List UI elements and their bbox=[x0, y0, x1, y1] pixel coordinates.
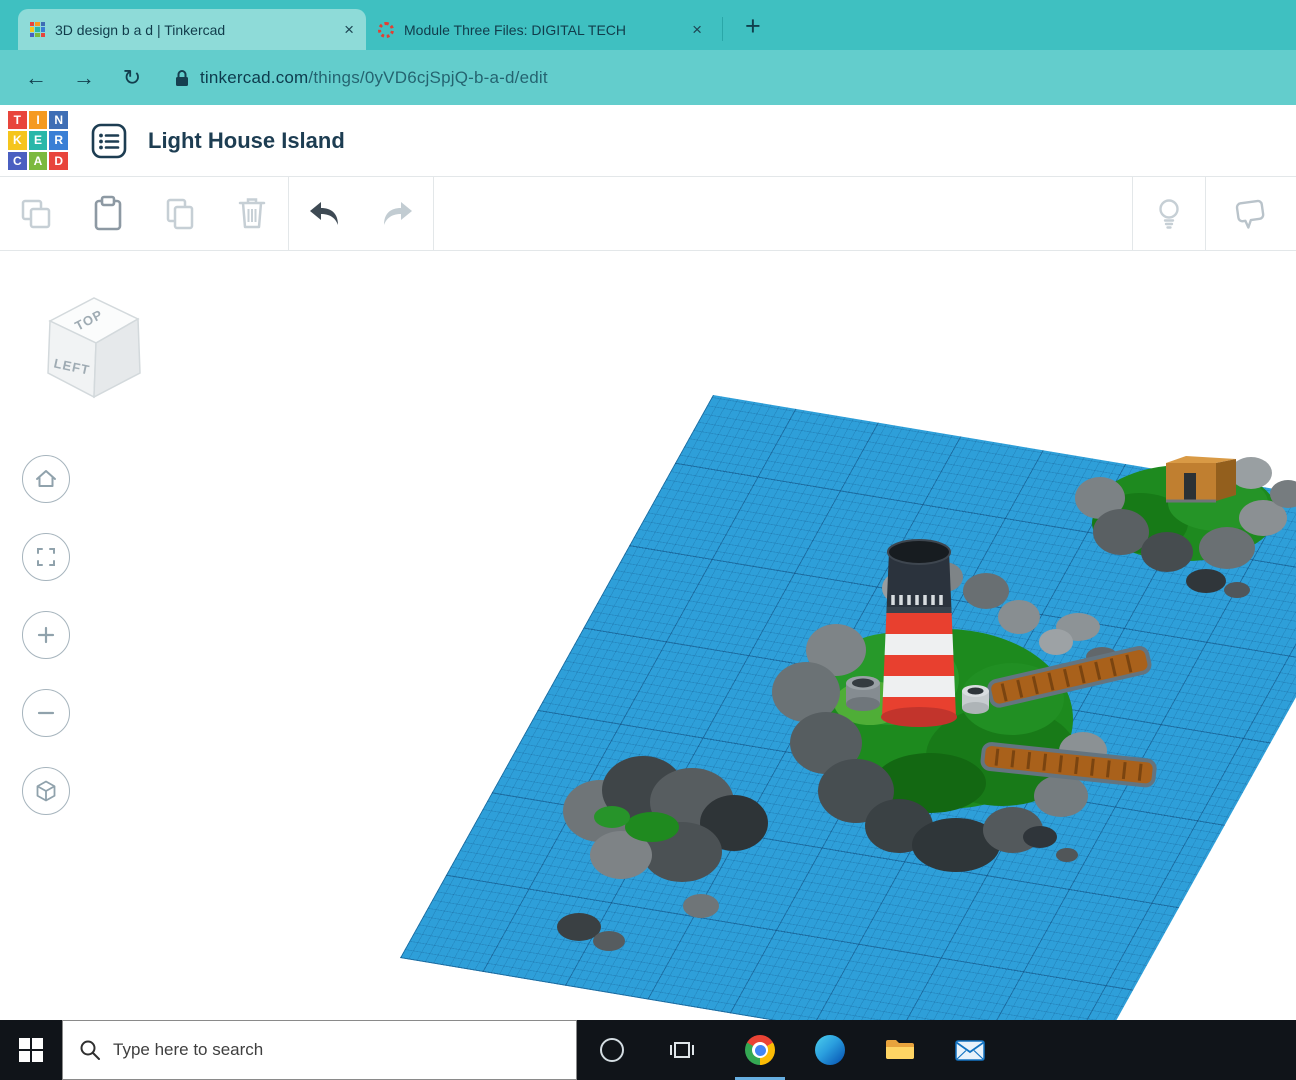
tab-title: 3D design b a d | Tinkercad bbox=[55, 21, 226, 38]
paste-icon bbox=[94, 195, 122, 231]
minus-icon bbox=[37, 711, 55, 715]
scene-objects bbox=[557, 456, 1296, 951]
mail-taskbar-button[interactable] bbox=[935, 1020, 1005, 1080]
tab-strip: 3D design b a d | Tinkercad × Module Thr… bbox=[0, 0, 1296, 50]
back-button[interactable]: ← bbox=[12, 65, 60, 91]
tinkercad-favicon bbox=[30, 22, 45, 37]
hut-door bbox=[1184, 473, 1196, 501]
tab-tinkercad[interactable]: 3D design b a d | Tinkercad × bbox=[18, 9, 366, 50]
reload-button[interactable]: ↻ bbox=[108, 65, 156, 91]
design-menu-button[interactable] bbox=[90, 122, 128, 160]
notes-button[interactable] bbox=[1206, 177, 1296, 250]
hut-side bbox=[1216, 459, 1236, 501]
home-view-button[interactable] bbox=[22, 455, 70, 503]
taskbar-search-input[interactable] bbox=[113, 1040, 533, 1060]
undo-button[interactable] bbox=[289, 177, 361, 250]
lock-icon bbox=[174, 68, 190, 88]
zoom-in-button[interactable] bbox=[22, 611, 70, 659]
logo-letter: C bbox=[8, 151, 27, 171]
taskbar-search[interactable] bbox=[62, 1020, 577, 1080]
perspective-toggle-button[interactable] bbox=[22, 767, 70, 815]
paste-button[interactable] bbox=[72, 177, 144, 250]
cortana-icon bbox=[600, 1038, 624, 1062]
logo-letter: E bbox=[28, 131, 48, 150]
chrome-icon bbox=[745, 1035, 775, 1065]
forward-button[interactable]: → bbox=[60, 65, 108, 91]
url-bar[interactable]: tinkercad.com/things/0yVD6cjSpjQ-b-a-d/e… bbox=[200, 68, 548, 88]
home-icon bbox=[36, 470, 56, 487]
url-domain: tinkercad.com bbox=[200, 67, 309, 87]
scattered-rocks[interactable] bbox=[1023, 826, 1078, 862]
address-bar: ← → ↻ tinkercad.com/things/0yVD6cjSpjQ-b… bbox=[0, 50, 1296, 105]
tab-module-files[interactable]: Module Three Files: DIGITAL TECH × bbox=[366, 9, 714, 50]
logo-letter: T bbox=[8, 110, 27, 130]
url-path: /things/0yVD6cjSpjQ-b-a-d/edit bbox=[308, 67, 548, 87]
fit-view-icon bbox=[37, 548, 55, 566]
editor-toolbar bbox=[0, 176, 1296, 251]
logo-letter: D bbox=[49, 151, 68, 171]
edge-taskbar-button[interactable] bbox=[795, 1020, 865, 1080]
windows-taskbar bbox=[0, 1020, 1296, 1080]
file-explorer-taskbar-button[interactable] bbox=[865, 1020, 935, 1080]
view-cube[interactable]: TOP LEFT bbox=[34, 281, 152, 414]
task-view-icon bbox=[670, 1042, 694, 1058]
windows-logo-icon bbox=[19, 1038, 43, 1062]
mail-icon bbox=[955, 1040, 985, 1061]
redo-icon bbox=[384, 201, 412, 225]
delete-button[interactable] bbox=[216, 177, 288, 250]
search-icon bbox=[80, 1040, 100, 1060]
tinkercad-logo[interactable]: TIN KER CAD bbox=[8, 110, 68, 171]
logo-letter: N bbox=[49, 110, 68, 130]
cortana-button[interactable] bbox=[577, 1020, 647, 1080]
tips-button[interactable] bbox=[1133, 177, 1205, 250]
plus-icon bbox=[37, 626, 55, 644]
start-button[interactable] bbox=[0, 1020, 62, 1080]
duplicate-button[interactable] bbox=[144, 177, 216, 250]
lightbulb-icon bbox=[1159, 198, 1179, 229]
desktop: 3D design b a d | Tinkercad × Module Thr… bbox=[0, 0, 1296, 1080]
redo-button[interactable] bbox=[361, 177, 433, 250]
undo-icon bbox=[310, 201, 338, 225]
logo-letter: A bbox=[28, 151, 48, 171]
new-tab-button[interactable]: + bbox=[745, 13, 761, 40]
close-icon[interactable]: × bbox=[344, 21, 354, 38]
tab-separator bbox=[722, 17, 723, 41]
chrome-taskbar-button[interactable] bbox=[725, 1020, 795, 1080]
notes-icon bbox=[1235, 199, 1265, 229]
design-title[interactable]: Light House Island bbox=[148, 128, 345, 154]
perspective-cube-icon bbox=[36, 780, 56, 802]
edge-icon bbox=[815, 1035, 845, 1065]
canvas-favicon bbox=[378, 21, 394, 38]
fit-view-button[interactable] bbox=[22, 533, 70, 581]
logo-letter: I bbox=[28, 110, 48, 130]
rock-cluster[interactable] bbox=[557, 756, 768, 951]
file-explorer-icon bbox=[886, 1040, 914, 1059]
task-view-button[interactable] bbox=[647, 1020, 717, 1080]
logo-letter: K bbox=[8, 131, 27, 150]
small-island-with-hut[interactable] bbox=[1075, 456, 1296, 598]
copy-button[interactable] bbox=[0, 177, 72, 250]
logo-letter: R bbox=[49, 131, 68, 150]
copy-icon bbox=[21, 199, 51, 228]
zoom-out-button[interactable] bbox=[22, 689, 70, 737]
trash-icon bbox=[238, 198, 266, 229]
design-canvas[interactable]: TOP LEFT bbox=[0, 251, 1296, 1020]
close-icon[interactable]: × bbox=[692, 21, 702, 38]
app-header: TIN KER CAD Light House Island bbox=[0, 105, 1296, 176]
list-menu-icon bbox=[91, 123, 127, 158]
duplicate-icon bbox=[166, 198, 194, 229]
tab-title: Module Three Files: DIGITAL TECH bbox=[404, 21, 626, 38]
